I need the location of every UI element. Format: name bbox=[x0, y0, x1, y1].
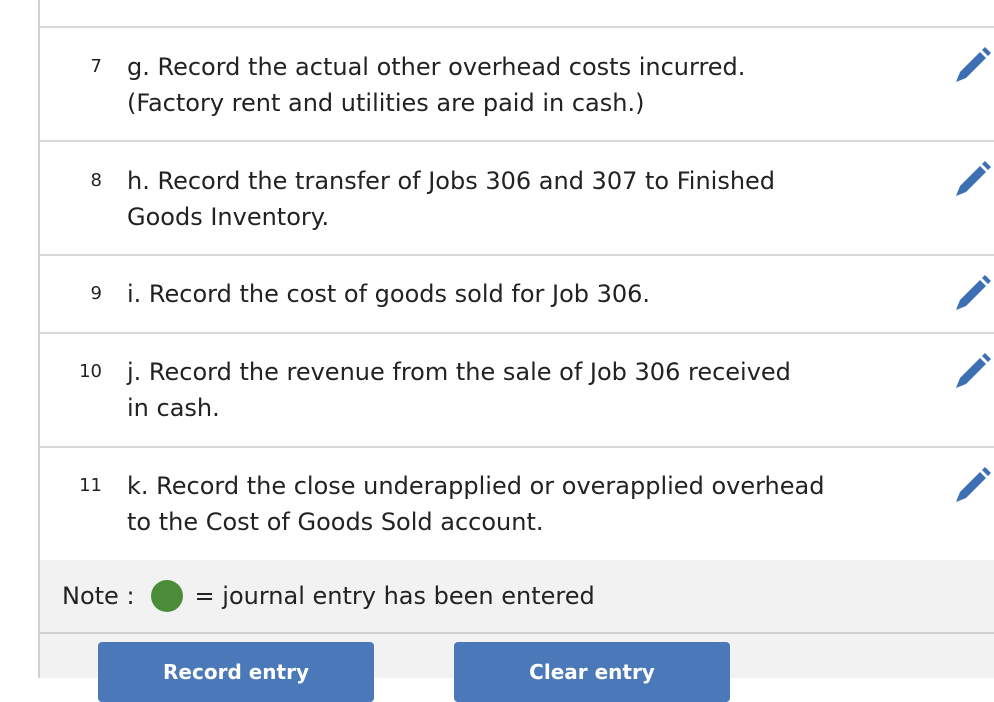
row-description: h. Record the transfer of Jobs 306 and 3… bbox=[127, 163, 917, 235]
description-line: h. Record the transfer of Jobs 306 and 3… bbox=[127, 167, 776, 195]
table-row: 8 h. Record the transfer of Jobs 306 and… bbox=[40, 142, 994, 256]
description-line: i. Record the cost of goods sold for Job… bbox=[127, 280, 651, 308]
clear-entry-button[interactable]: Clear entry bbox=[454, 642, 730, 702]
journal-entry-worksheet: 7 g. Record the actual other overhead co… bbox=[38, 0, 994, 702]
description-line: j. Record the revenue from the sale of J… bbox=[127, 358, 791, 386]
row-number: 7 bbox=[90, 56, 102, 77]
note-legend-text: = journal entry has been entered bbox=[194, 582, 595, 610]
row-description: i. Record the cost of goods sold for Job… bbox=[127, 276, 917, 312]
row-description: k. Record the close underapplied or over… bbox=[127, 468, 917, 540]
table-row: 7 g. Record the actual other overhead co… bbox=[40, 28, 994, 142]
description-line: Goods Inventory. bbox=[127, 203, 330, 231]
note-label: Note : bbox=[62, 582, 135, 610]
row-description: j. Record the revenue from the sale of J… bbox=[127, 354, 917, 426]
description-line: g. Record the actual other overhead cost… bbox=[127, 53, 746, 81]
row-number: 10 bbox=[79, 361, 102, 382]
record-entry-button[interactable]: Record entry bbox=[98, 642, 374, 702]
pencil-icon[interactable] bbox=[952, 352, 992, 392]
description-line: (Factory rent and utilities are paid in … bbox=[127, 89, 645, 117]
pencil-icon[interactable] bbox=[952, 46, 992, 86]
pencil-icon[interactable] bbox=[952, 466, 992, 506]
legend-note: Note : = journal entry has been entered bbox=[62, 578, 595, 614]
description-line: k. Record the close underapplied or over… bbox=[127, 472, 825, 500]
entered-status-dot-icon bbox=[150, 580, 183, 612]
row-description: g. Record the actual other overhead cost… bbox=[127, 49, 917, 121]
row-number: 8 bbox=[90, 170, 102, 191]
row-number: 11 bbox=[79, 475, 102, 496]
divider bbox=[40, 632, 994, 634]
table-row: 11 k. Record the close underapplied or o… bbox=[40, 448, 994, 560]
table-row: 9 i. Record the cost of goods sold for J… bbox=[40, 256, 994, 334]
pencil-icon[interactable] bbox=[952, 274, 992, 314]
pencil-icon[interactable] bbox=[952, 160, 992, 200]
row-number: 9 bbox=[90, 283, 102, 304]
description-line: to the Cost of Goods Sold account. bbox=[127, 508, 544, 536]
table-row: 10 j. Record the revenue from the sale o… bbox=[40, 334, 994, 448]
description-line: in cash. bbox=[127, 394, 220, 422]
